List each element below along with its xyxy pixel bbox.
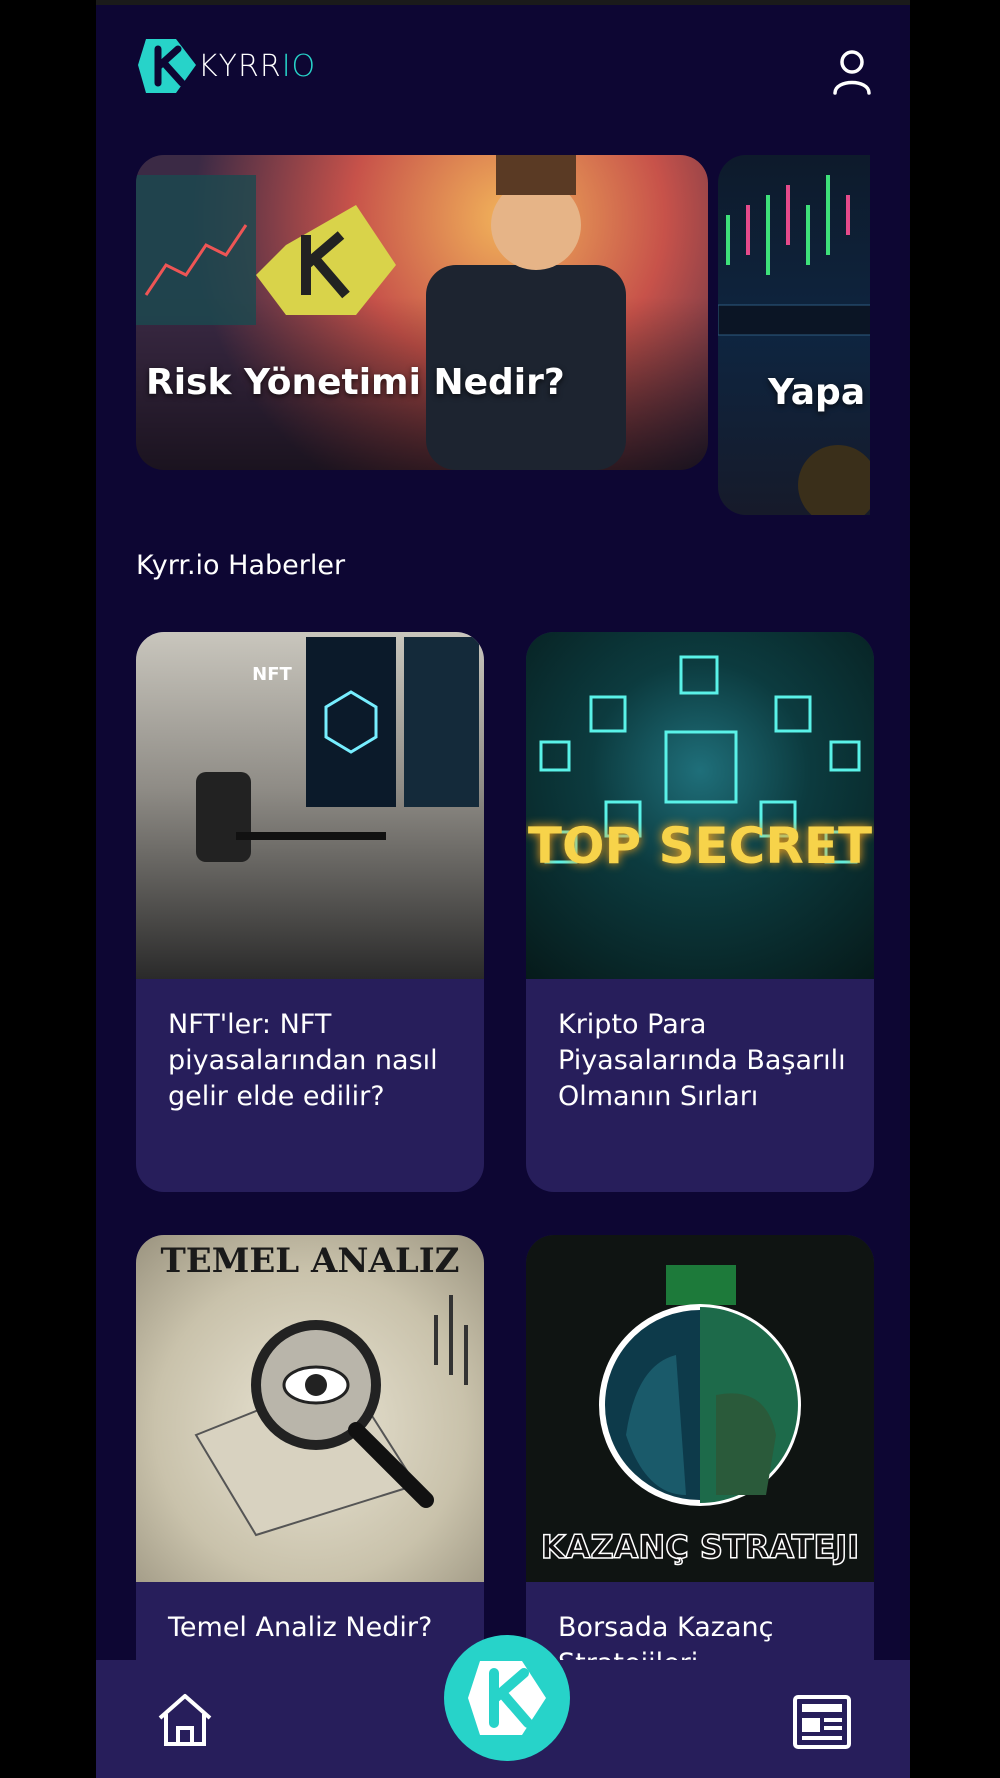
- brand-logo[interactable]: KYRRIO: [138, 35, 316, 97]
- news-card-image: NFT: [136, 632, 484, 979]
- slide-illustration: [718, 175, 870, 515]
- news-card-title: Kripto Para Piyasalarında Başarılı Olman…: [558, 1009, 846, 1112]
- slide-title: Risk Yönetimi Nedir?: [146, 362, 565, 403]
- user-icon[interactable]: [832, 49, 872, 95]
- image-label: TEMEL ANALIZ: [160, 1241, 460, 1281]
- news-card-title: Temel Analiz Nedir?: [168, 1612, 433, 1643]
- app-screen: KYRRIO Risk Yönetimi Nedir? Yapa Kyrr.io…: [96, 5, 910, 1778]
- news-card-image: TEMEL ANALIZ: [136, 1235, 484, 1582]
- slide-title: Yapa Piyasa: [768, 372, 870, 413]
- kyrr-logo-icon: [138, 39, 196, 93]
- kyrr-logo-icon: [468, 1661, 546, 1735]
- image-label: NFT: [252, 664, 292, 685]
- image-label: KAZANÇ STRATEJI: [540, 1527, 860, 1567]
- carousel-slide[interactable]: Risk Yönetimi Nedir?: [136, 155, 708, 470]
- news-card[interactable]: NFT NFT'ler: NFT piyasalarından nasıl ge…: [136, 632, 484, 1192]
- carousel-slide[interactable]: Yapa Piyasa: [718, 155, 870, 515]
- news-card-image: KAZANÇ STRATEJI: [526, 1235, 874, 1582]
- featured-carousel[interactable]: Risk Yönetimi Nedir? Yapa Piyasa: [136, 150, 870, 515]
- news-card[interactable]: TOP SECRET Kripto Para Piyasalarında Baş…: [526, 632, 874, 1192]
- news-card-title: NFT'ler: NFT piyasalarından nasıl gelir …: [168, 1009, 438, 1112]
- kyrr-center-button[interactable]: [444, 1635, 570, 1761]
- news-card-image: TOP SECRET: [526, 632, 874, 979]
- image-label: TOP SECRET: [527, 817, 873, 875]
- newspaper-icon[interactable]: [792, 1694, 852, 1750]
- section-title: Kyrr.io Haberler: [136, 550, 346, 581]
- header: KYRRIO: [96, 5, 910, 135]
- brand-name: KYRRIO: [198, 48, 317, 84]
- home-icon[interactable]: [156, 1690, 214, 1748]
- slide-illustration: [136, 155, 626, 470]
